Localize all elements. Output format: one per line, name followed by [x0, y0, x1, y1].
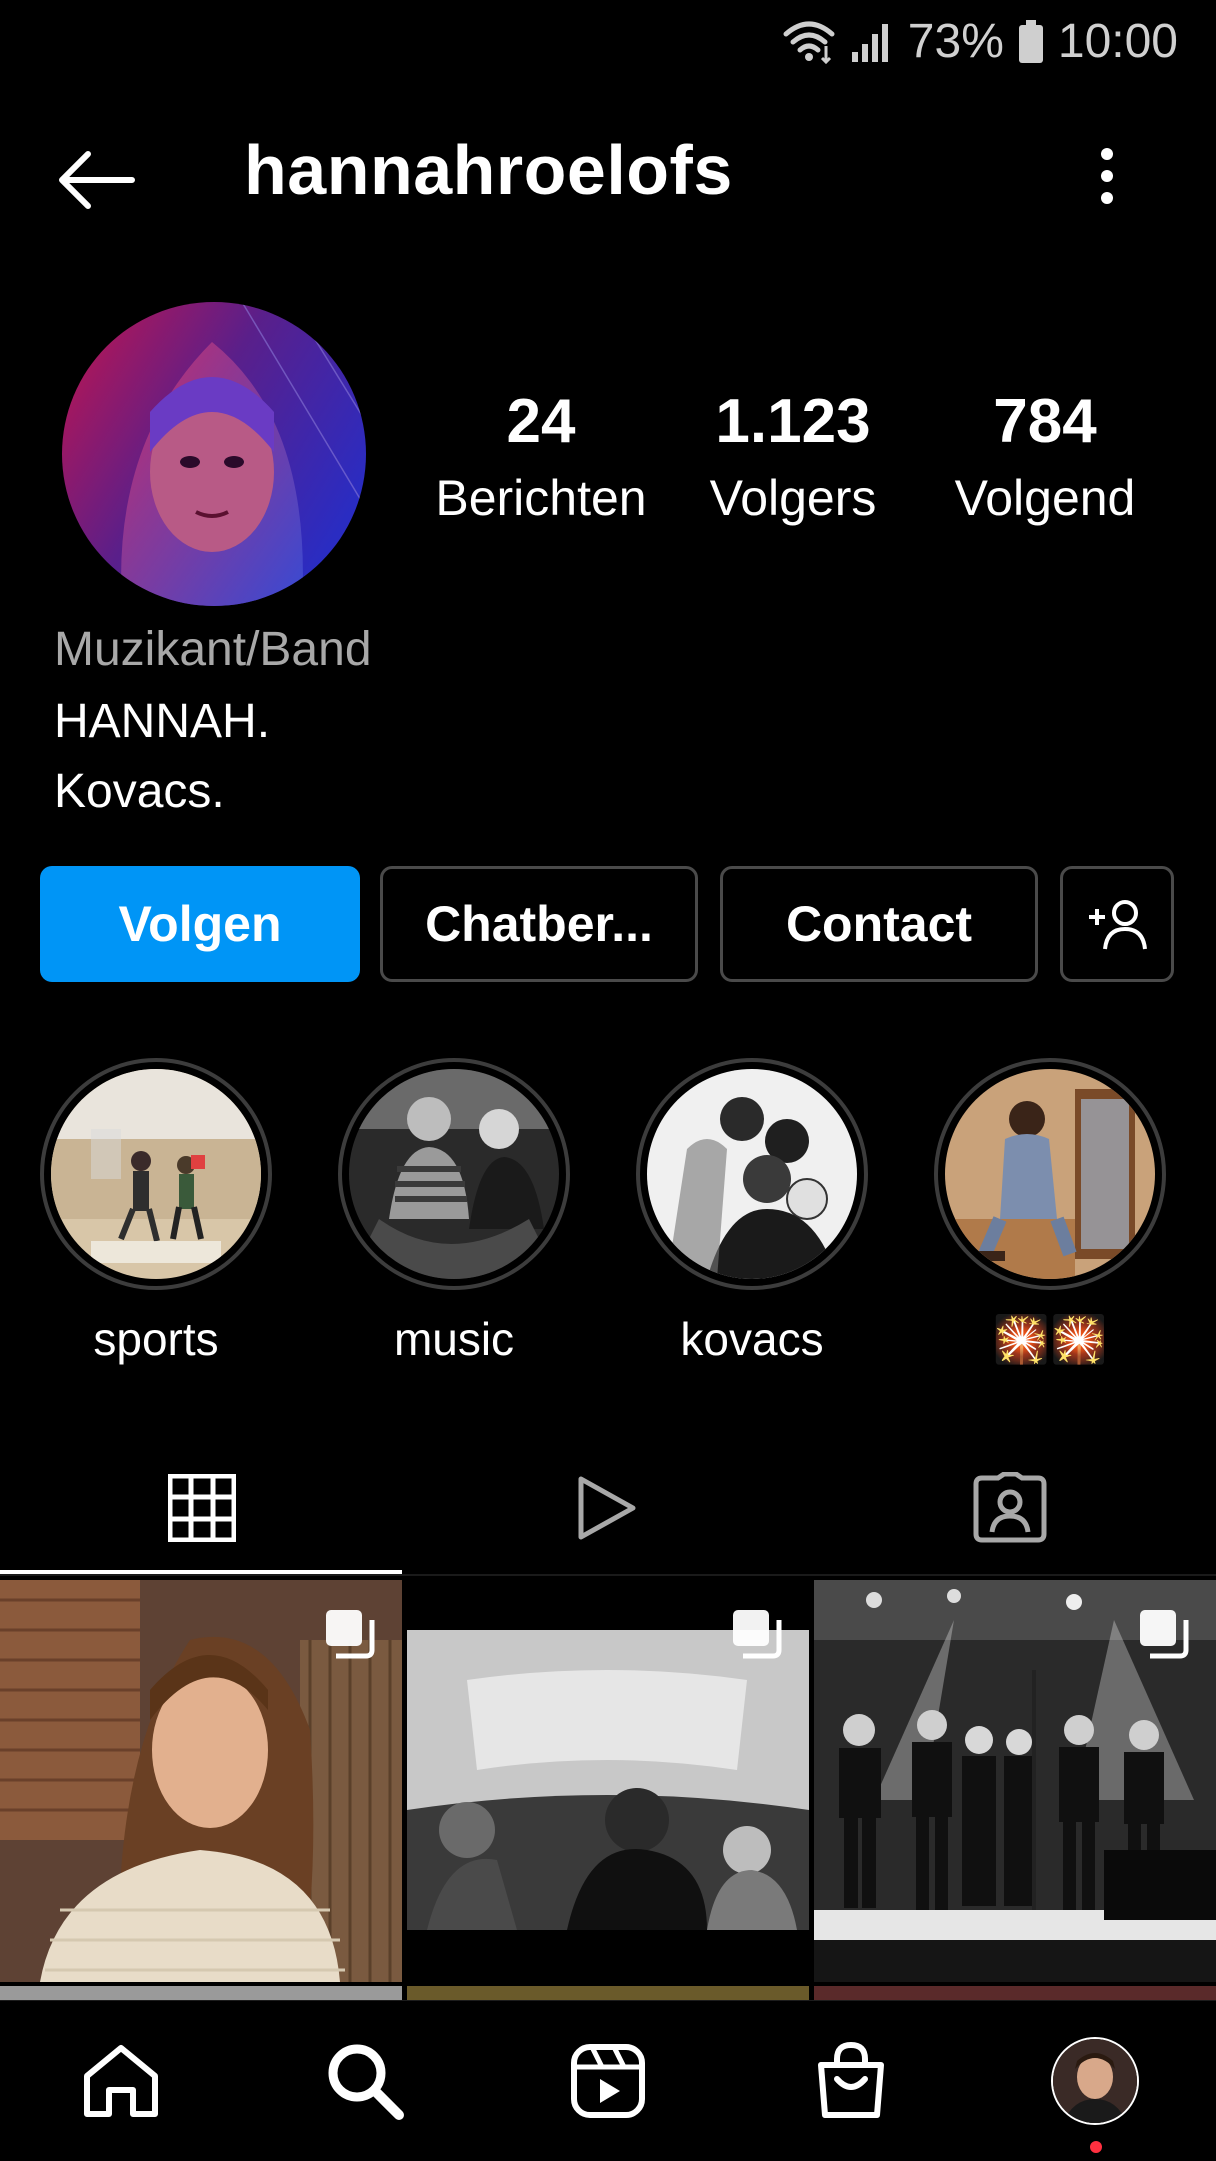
more-options-button[interactable]	[1072, 136, 1142, 216]
shopping-bag-icon	[818, 2041, 884, 2118]
grid-icon	[168, 1474, 236, 1542]
post-thumbnail-partial[interactable]	[814, 1986, 1216, 2000]
nav-search[interactable]	[310, 2031, 420, 2131]
tagged-person-icon	[973, 1472, 1047, 1543]
posts-count-label: Berichten	[435, 470, 647, 526]
highlight-kovacs[interactable]: kovacs	[634, 1058, 870, 1366]
follow-button[interactable]: Volgen	[40, 866, 360, 982]
nav-reels[interactable]	[553, 2031, 663, 2131]
tab-posts-grid[interactable]	[0, 1440, 404, 1576]
tab-reels[interactable]	[404, 1440, 808, 1576]
carousel-icon	[326, 1610, 375, 1659]
battery-percentage: 73%	[907, 15, 1004, 68]
followers-count[interactable]: 1.123 Volgers	[678, 386, 908, 528]
battery-icon	[1018, 19, 1044, 64]
reels-icon	[571, 2044, 645, 2118]
signal-icon	[850, 20, 894, 64]
highlight-ring	[40, 1058, 272, 1290]
highlight-sports[interactable]: sports	[38, 1058, 274, 1366]
carousel-icon	[1140, 1610, 1189, 1659]
highlight-fireworks[interactable]: 🎇🎇	[932, 1058, 1168, 1366]
highlight-label: 🎇🎇	[992, 1313, 1108, 1365]
posts-count: 24 Berichten	[426, 386, 656, 528]
nav-shop[interactable]	[796, 2031, 906, 2131]
clock: 10:00	[1057, 15, 1178, 68]
arrow-left-icon	[59, 151, 135, 209]
wifi-icon	[782, 20, 836, 64]
post-thumbnail[interactable]	[407, 1580, 809, 1982]
highlight-ring	[338, 1058, 570, 1290]
highlight-label: sports	[93, 1313, 219, 1365]
play-icon	[578, 1476, 636, 1540]
highlight-label: music	[393, 1313, 515, 1365]
highlight-label: kovacs	[680, 1313, 824, 1365]
home-icon	[84, 2045, 158, 2117]
back-button[interactable]	[48, 132, 144, 228]
suggested-users-button[interactable]	[1060, 866, 1174, 982]
following-count-value: 784	[993, 387, 1097, 456]
nav-profile[interactable]	[1040, 2031, 1150, 2131]
post-thumbnail[interactable]	[0, 1580, 402, 1982]
profile-category: Muzikant/Band	[54, 623, 372, 676]
search-icon	[328, 2044, 404, 2120]
followers-count-label: Volgers	[709, 470, 877, 526]
highlight-cover	[647, 1069, 857, 1279]
contact-button[interactable]: Contact	[720, 866, 1038, 982]
following-count[interactable]: 784 Volgend	[930, 386, 1160, 528]
bottom-navigation	[0, 2000, 1216, 2161]
profile-avatar[interactable]	[62, 302, 366, 606]
nav-home[interactable]	[66, 2031, 176, 2131]
bio-line: Kovacs.	[54, 765, 225, 818]
post-thumbnail-partial[interactable]	[0, 1986, 402, 2000]
tab-tagged[interactable]	[808, 1440, 1212, 1576]
posts-count-value: 24	[506, 387, 576, 456]
followers-count-value: 1.123	[715, 387, 871, 456]
following-count-label: Volgend	[954, 470, 1136, 526]
profile-username: hannahroelofs	[244, 131, 733, 209]
add-person-icon	[1089, 900, 1147, 950]
carousel-icon	[733, 1610, 782, 1659]
highlight-ring	[934, 1058, 1166, 1290]
highlight-music[interactable]: music	[336, 1058, 572, 1366]
message-button[interactable]: Chatber...	[380, 866, 698, 982]
highlight-cover	[51, 1069, 261, 1279]
divider	[0, 1574, 1216, 1576]
profile-avatar-small	[1051, 2037, 1139, 2125]
notification-dot	[1090, 2141, 1102, 2153]
status-bar: 73% 10:00	[0, 0, 1216, 84]
more-vertical-icon	[1101, 148, 1113, 204]
post-thumbnail[interactable]	[814, 1580, 1216, 1982]
highlight-cover	[349, 1069, 559, 1279]
post-thumbnail-partial[interactable]	[407, 1986, 809, 2000]
highlight-ring	[636, 1058, 868, 1290]
bio-line: HANNAH.	[54, 695, 271, 748]
highlight-cover	[945, 1069, 1155, 1279]
